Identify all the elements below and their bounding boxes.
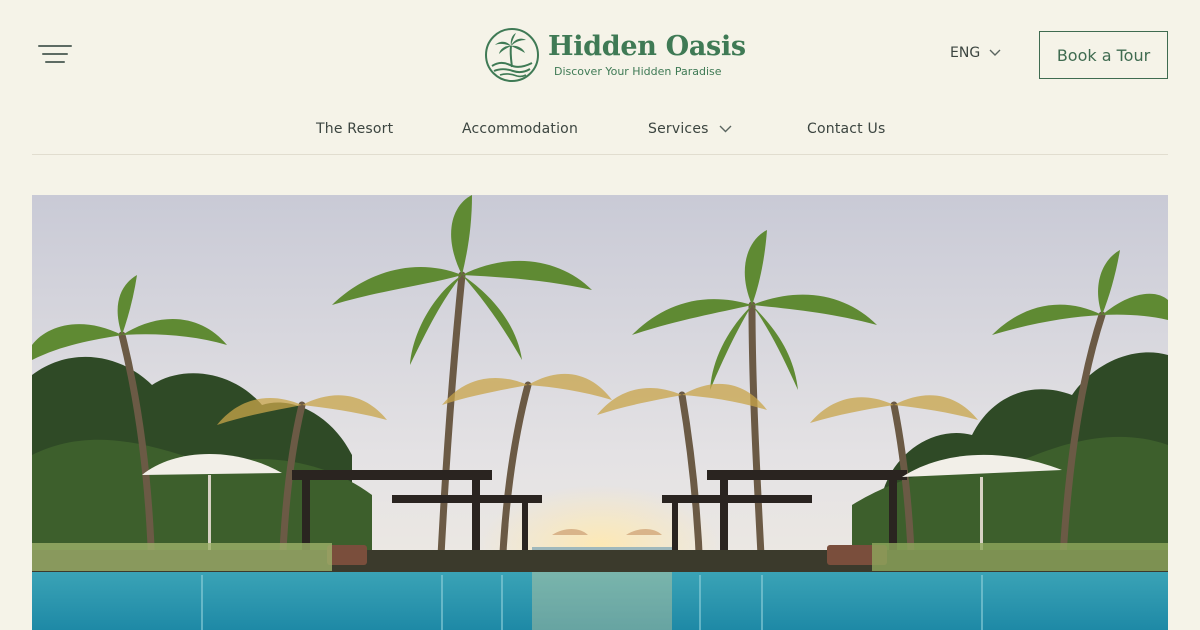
chevron-down-icon bbox=[719, 125, 732, 133]
book-a-tour-button[interactable]: Book a Tour bbox=[1039, 31, 1168, 79]
hamburger-menu-icon[interactable] bbox=[38, 42, 74, 68]
main-navigation: The Resort Accommodation Services Contac… bbox=[0, 121, 1200, 141]
header-divider bbox=[32, 154, 1168, 155]
nav-item-label: Contact Us bbox=[807, 121, 886, 137]
nav-item-label: Services bbox=[648, 121, 709, 137]
language-selector[interactable]: ENG bbox=[950, 45, 1001, 61]
nav-item-services[interactable]: Services bbox=[648, 121, 732, 137]
nav-item-contact-us[interactable]: Contact Us bbox=[807, 121, 885, 137]
nav-item-label: The Resort bbox=[316, 121, 394, 137]
brand-name: Hidden Oasis bbox=[548, 31, 746, 62]
brand-tagline: Discover Your Hidden Paradise bbox=[554, 65, 722, 78]
language-label: ENG bbox=[950, 45, 981, 61]
nav-item-accommodation[interactable]: Accommodation bbox=[462, 121, 578, 137]
chevron-down-icon bbox=[989, 49, 1001, 56]
palm-island-logo-icon bbox=[485, 28, 539, 82]
brand[interactable]: Hidden Oasis Discover Your Hidden Paradi… bbox=[484, 27, 746, 83]
nav-item-label: Accommodation bbox=[462, 121, 579, 137]
hero-image bbox=[32, 195, 1168, 630]
nav-item-the-resort[interactable]: The Resort bbox=[316, 121, 393, 137]
